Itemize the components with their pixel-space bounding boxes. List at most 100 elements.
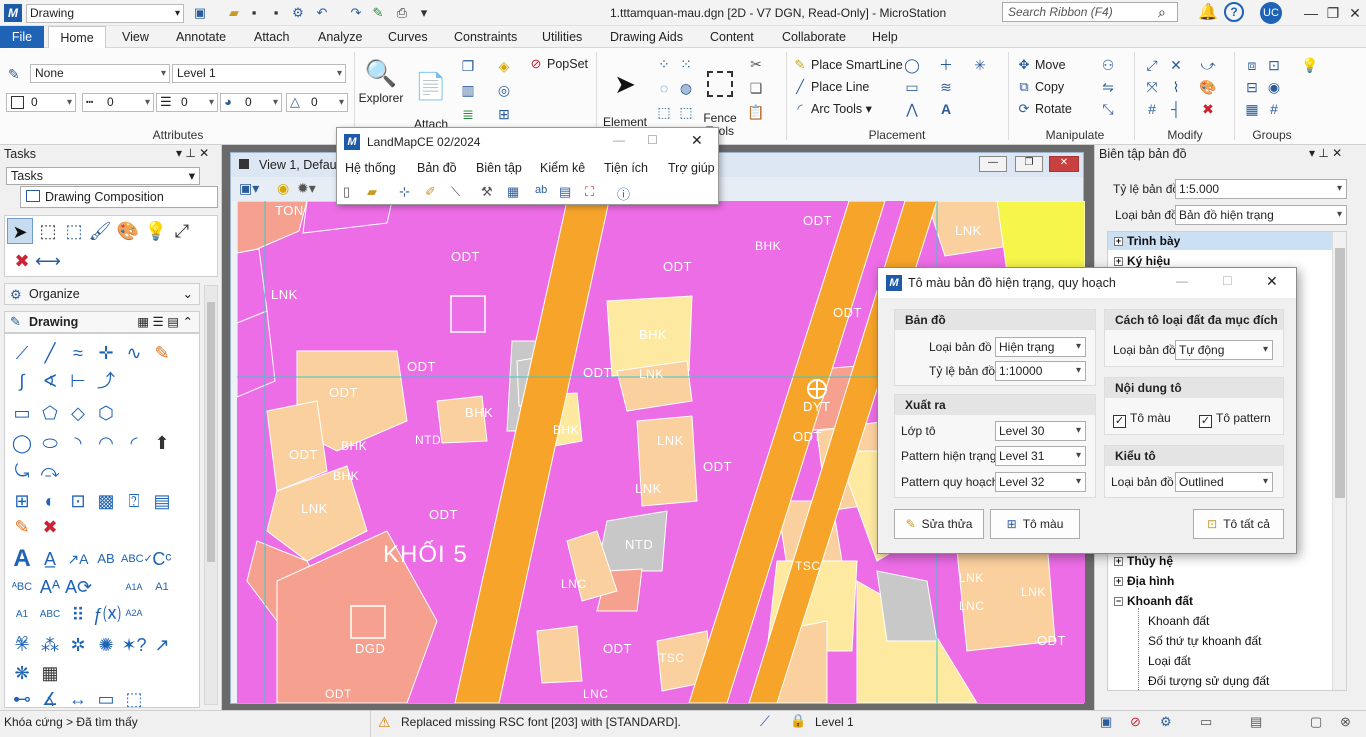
ecfuse-icon[interactable]: ▢ [1310,714,1322,730]
view-close-button[interactable]: ✕ [1049,156,1079,172]
map-type-dropdown[interactable]: Bản đồ hiện trạng [1175,205,1347,225]
pattern-icon[interactable]: ▦ [1242,99,1262,119]
circle-tool-icon[interactable]: ◯ [9,430,35,456]
landmap-menu-bien-tap[interactable]: Biên tập [476,161,522,175]
drawing-composition-item[interactable]: Drawing Composition [20,186,218,208]
tab-constraints[interactable]: Constraints [446,26,525,48]
cell-rotate-icon[interactable]: ◐ [37,488,63,514]
tab-annotate[interactable]: Annotate [168,26,234,48]
tree-item-trinh-bay[interactable]: + Trình bày [1114,234,1180,248]
place-text-icon[interactable]: A [9,546,35,572]
rectangle-tool-icon[interactable]: ▭ [9,400,35,426]
map-pin-icon[interactable]: ⛶ [585,184,594,200]
scale-icon[interactable]: ⤡ [1098,99,1118,119]
tab-view[interactable]: View [114,26,157,48]
element-info-icon[interactable]: ⬚ [61,218,87,244]
fillet-icon[interactable]: ⤻ [1198,55,1218,75]
text-along-icon[interactable]: ↗A [65,546,91,572]
level-dropdown[interactable]: Level 1 [172,64,346,83]
stream-tool-icon[interactable]: ∫ [9,368,35,394]
polygon-icon[interactable]: ▭ [902,77,922,97]
map-type-select[interactable]: Hiện trạng [995,337,1086,357]
landmap-menu-he-thong[interactable]: Hệ thống [345,161,396,175]
line-tool-icon[interactable]: ⟍ [451,184,460,200]
print-icon[interactable]: ⎙ [394,5,410,21]
edit-tool-icon[interactable]: ✐ [425,184,436,200]
intersect-icon[interactable]: # [1142,99,1162,119]
delete-icon[interactable]: ✖ [1198,99,1218,119]
polyline-icon[interactable]: ⋀ [902,99,922,119]
pin-panel-icon[interactable]: ▾ ⊥ ✕ [176,146,209,160]
ungroup-icon[interactable]: ⊡ [1264,55,1284,75]
text-node-icon[interactable]: ABC [37,602,63,628]
point-tool-icon[interactable]: ✛ [93,340,119,366]
search-ribbon-input[interactable]: Search Ribbon (F4) [1002,2,1178,22]
modify-arc-icon[interactable]: ⤼ [37,458,63,484]
brush-icon[interactable]: 🖌 [87,218,113,244]
dim-size-icon[interactable]: ↔ [65,686,91,707]
tag-query-icon[interactable]: ✶? [121,632,147,658]
workflow-dropdown[interactable]: Drawing ▾ [26,4,184,23]
grid-tool-icon[interactable]: ⊹ [399,184,410,200]
dialog-close-button[interactable]: ✕ [1266,273,1278,290]
dimension-tool-icon[interactable]: ⊢ [65,368,91,394]
group-icon[interactable]: ⧈ [1242,55,1262,75]
point-icon[interactable]: ＋ [936,55,956,75]
color-dropdown[interactable]: None [30,64,170,83]
modify-element-icon[interactable]: ⤢ [1142,55,1162,75]
cell-select-icon[interactable]: ⊡ [65,488,91,514]
view-attributes-icon[interactable]: ▣▾ [239,180,259,197]
text-baseline-icon[interactable]: A̲ [37,546,63,572]
palette-icon[interactable]: 🎨 [115,218,141,244]
text-rotate-icon[interactable]: A⟳ [65,574,92,600]
table-view-icon[interactable]: ▤ [559,184,571,200]
customize-icon[interactable]: ▾ [416,5,432,21]
select-element-icon[interactable]: ➤ [7,218,33,244]
popset-button[interactable]: ⊘ PopSet [528,54,588,74]
view-status-icon[interactable]: ▣ [1100,714,1112,730]
copy-button[interactable]: ⧉ Copy [1016,77,1064,97]
curve-tool-icon[interactable]: ∿ [121,340,147,366]
tree-child[interactable]: Đối tượng sử dụng đất [1148,674,1269,688]
measure-icon[interactable]: ⟷ [35,248,61,274]
display-style-icon[interactable]: ◉ [277,180,289,197]
cell-icon[interactable]: ⊟ [1242,77,1262,97]
tasks-dropdown[interactable]: Tasks ▾ [6,167,200,185]
quarter-ellipse-icon[interactable]: ◜ [121,430,147,456]
arc-tools-button[interactable]: ◜ Arc Tools ▾ [792,99,871,119]
tab-attach[interactable]: Attach [246,26,297,48]
match-icon[interactable]: 💡 [143,218,169,244]
grid-view-icon[interactable]: ▦ [507,184,519,200]
fill-pattern-checkbox[interactable]: ✓ Tô pattern [1199,411,1271,428]
cell-query-icon[interactable]: ⍰ [121,488,147,514]
cut-icon[interactable]: ✂ [746,54,766,74]
edit-cell-icon[interactable]: ✎ [9,514,35,540]
view-icon[interactable]: ▣ [192,5,208,21]
polygon-tool-icon[interactable]: ⬡ [93,400,119,426]
raster-icon[interactable]: ▥ [458,80,478,100]
tag-icon[interactable]: ✳ [9,632,35,658]
minimize-button[interactable]: — [1300,3,1322,23]
multi-line-icon[interactable]: ≋ [936,77,956,97]
spellcheck-icon[interactable]: ab [535,184,547,196]
output-level-select[interactable]: Level 30 [995,421,1086,441]
copy-clip-icon[interactable]: ❏ [746,78,766,98]
pattern-planning-select[interactable]: Level 32 [995,472,1086,492]
tree-item-ky-hieu[interactable]: + Ký hiệu [1114,254,1170,268]
text-case-icon[interactable]: Cᶜ [149,546,175,572]
text-field-icon[interactable]: ƒ⒳ [93,602,121,628]
dim-angle-icon[interactable]: ∡ [37,686,63,707]
pattern-current-select[interactable]: Level 31 [995,446,1086,466]
smartline-tool-icon[interactable]: ⟋ [9,340,35,366]
paste-icon[interactable]: 📋 [746,102,766,122]
fill-all-button[interactable]: ⊡ Tô tất cả [1193,509,1284,539]
snap-icon[interactable]: ⟋ [760,713,770,730]
cone-tool-icon[interactable]: ⬆ [149,430,175,456]
trim-icon[interactable]: ✕ [1166,55,1186,75]
tree-item-dia-hinh[interactable]: + Địa hình [1114,574,1174,588]
delete-element-icon[interactable]: ✖ [9,248,35,274]
dialog-maximize-button[interactable]: ☐ [1222,274,1233,288]
organize-section[interactable]: Organize ⌄ [4,283,200,305]
tab-drawing-aids[interactable]: Drawing Aids [602,26,691,48]
tree-item-thuy-he[interactable]: + Thủy hệ [1114,554,1173,568]
